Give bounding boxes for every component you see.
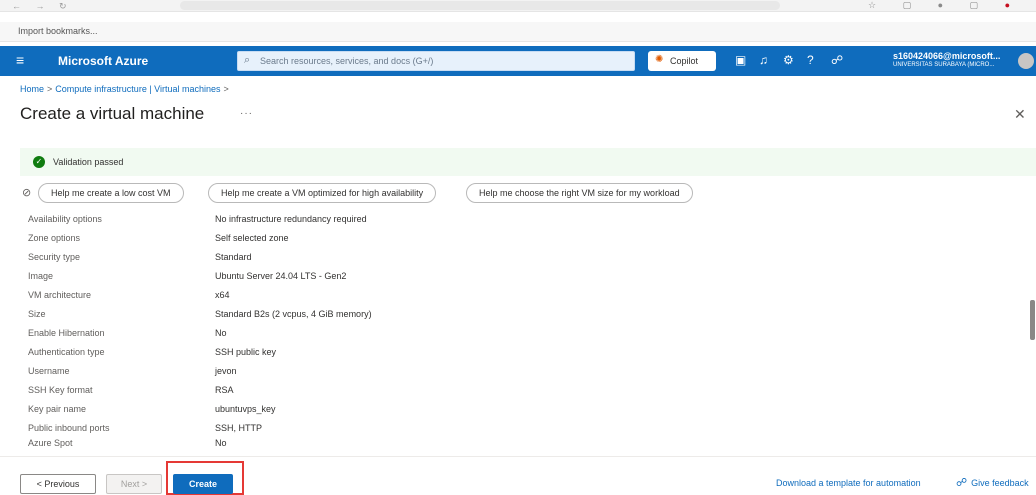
breadcrumb-home[interactable]: Home bbox=[20, 84, 44, 94]
account-name: s160424066@microsoft... bbox=[893, 51, 1001, 61]
bookmarks-bar: Import bookmarks... bbox=[0, 22, 1036, 42]
detail-label: Availability options bbox=[28, 214, 102, 224]
validation-text: Validation passed bbox=[53, 157, 124, 167]
detail-row: Authentication type SSH public key bbox=[28, 347, 1018, 365]
copilot-suggestion-icon: ⊘ bbox=[22, 187, 32, 199]
detail-label: Image bbox=[28, 271, 54, 281]
checkmark-icon: ✓ bbox=[33, 156, 45, 168]
detail-label: SSH Key format bbox=[28, 385, 93, 395]
detail-label: Authentication type bbox=[28, 347, 105, 357]
brand-name[interactable]: Microsoft Azure bbox=[58, 54, 148, 68]
detail-value: SSH, HTTP bbox=[215, 423, 263, 433]
cloud-shell-icon[interactable]: ▣ bbox=[735, 53, 746, 67]
detail-row: Availability options No infrastructure re… bbox=[28, 214, 1018, 232]
address-bar[interactable] bbox=[180, 1, 780, 10]
detail-label: VM architecture bbox=[28, 290, 92, 300]
page-scrollbar[interactable] bbox=[1030, 300, 1035, 340]
detail-label: Key pair name bbox=[28, 404, 87, 414]
settings-icon[interactable]: ⚙ bbox=[783, 53, 794, 67]
close-icon[interactable]: ✕ bbox=[1014, 106, 1026, 123]
detail-row: Size Standard B2s (2 vcpus, 4 GiB memory) bbox=[28, 309, 1018, 327]
detail-value: No bbox=[215, 328, 227, 338]
breadcrumb: Home > Compute infrastructure | Virtual ma… bbox=[20, 84, 232, 94]
detail-value: x64 bbox=[215, 290, 230, 300]
detail-row: Image Ubuntu Server 24.04 LTS - Gen2 bbox=[28, 271, 1018, 289]
help-icon[interactable]: ? bbox=[807, 53, 814, 67]
browser-tool-icons[interactable]: ☆ ▢ ● ▢ ● bbox=[868, 0, 1022, 11]
give-feedback-label: Give feedback bbox=[971, 478, 1029, 488]
detail-value: Standard B2s (2 vcpus, 4 GiB memory) bbox=[215, 309, 372, 319]
review-details: Availability options No infrastructure re… bbox=[28, 214, 1018, 450]
import-bookmarks-link[interactable]: Import bookmarks... bbox=[18, 26, 98, 36]
detail-row: Security type Standard bbox=[28, 252, 1018, 270]
hamburger-menu-icon[interactable]: ≡ bbox=[16, 53, 24, 67]
breadcrumb-separator: > bbox=[47, 84, 53, 94]
download-template-link[interactable]: Download a template for automation bbox=[776, 478, 921, 488]
detail-row: Zone options Self selected zone bbox=[28, 233, 1018, 251]
detail-value: Self selected zone bbox=[215, 233, 289, 243]
feedback-icon[interactable]: ☍ bbox=[831, 53, 843, 67]
give-feedback-link[interactable]: ☍ Give feedback bbox=[956, 476, 1029, 489]
copilot-label: Copilot bbox=[670, 56, 699, 66]
validation-banner: ✓ Validation passed bbox=[20, 148, 1036, 176]
suggestion-low-cost-vm[interactable]: Help me create a low cost VM bbox=[38, 183, 184, 203]
detail-row: VM architecture x64 bbox=[28, 290, 1018, 308]
detail-value: jevon bbox=[215, 366, 237, 376]
detail-row: Key pair name ubuntuvps_key bbox=[28, 404, 1018, 422]
detail-label: Username bbox=[28, 366, 70, 376]
detail-row: SSH Key format RSA bbox=[28, 385, 1018, 403]
detail-value: SSH public key bbox=[215, 347, 277, 357]
next-button[interactable]: Next > bbox=[106, 474, 162, 494]
detail-label: Security type bbox=[28, 252, 81, 262]
feedback-person-icon: ☍ bbox=[956, 477, 968, 489]
account-info[interactable]: s160424066@microsoft... UNIVERSITAS SURA… bbox=[893, 51, 1023, 68]
detail-value: RSA bbox=[215, 385, 234, 395]
detail-label: Size bbox=[28, 309, 46, 319]
detail-row: Azure Spot No bbox=[28, 438, 1018, 450]
copilot-button[interactable]: ✺ Copilot bbox=[648, 51, 716, 71]
browser-toolbar: ← → ↻ ☆ ▢ ● ▢ ● bbox=[0, 0, 1036, 12]
global-search-input[interactable]: ⌕ Search resources, services, and docs (… bbox=[237, 51, 635, 71]
notifications-icon[interactable]: ♫ bbox=[759, 53, 768, 67]
more-options-icon[interactable]: ··· bbox=[240, 108, 253, 119]
breadcrumb-separator: > bbox=[223, 84, 229, 94]
create-button[interactable]: Create bbox=[173, 474, 233, 494]
browser-nav-icons[interactable]: ← → ↻ bbox=[12, 1, 73, 12]
detail-row: Enable Hibernation No bbox=[28, 328, 1018, 346]
avatar[interactable] bbox=[1018, 53, 1034, 69]
footer-divider bbox=[0, 456, 1036, 457]
page-title: Create a virtual machine bbox=[20, 104, 205, 123]
search-placeholder: Search resources, services, and docs (G+… bbox=[260, 56, 434, 66]
detail-value: Standard bbox=[215, 252, 252, 262]
account-org: UNIVERSITAS SURABAYA (MICRO... bbox=[893, 62, 995, 68]
detail-value: No bbox=[215, 438, 227, 448]
suggestion-vm-size[interactable]: Help me choose the right VM size for my … bbox=[466, 183, 693, 203]
detail-label: Public inbound ports bbox=[28, 423, 110, 433]
detail-value: No infrastructure redundancy required bbox=[215, 214, 367, 224]
detail-label: Azure Spot bbox=[28, 438, 73, 448]
detail-value: Ubuntu Server 24.04 LTS - Gen2 bbox=[215, 271, 347, 281]
suggestion-high-availability-vm[interactable]: Help me create a VM optimized for high a… bbox=[208, 183, 437, 203]
detail-row: Username jevon bbox=[28, 366, 1018, 384]
detail-value: ubuntuvps_key bbox=[215, 404, 276, 414]
breadcrumb-virtual-machines[interactable]: Compute infrastructure | Virtual machine… bbox=[55, 84, 220, 94]
azure-top-bar: ≡ Microsoft Azure ⌕ Search resources, se… bbox=[0, 46, 1036, 76]
search-icon: ⌕ bbox=[244, 54, 251, 66]
previous-button[interactable]: < Previous bbox=[20, 474, 96, 494]
detail-label: Enable Hibernation bbox=[28, 328, 105, 338]
copilot-icon: ✺ bbox=[655, 54, 664, 65]
detail-label: Zone options bbox=[28, 233, 81, 243]
